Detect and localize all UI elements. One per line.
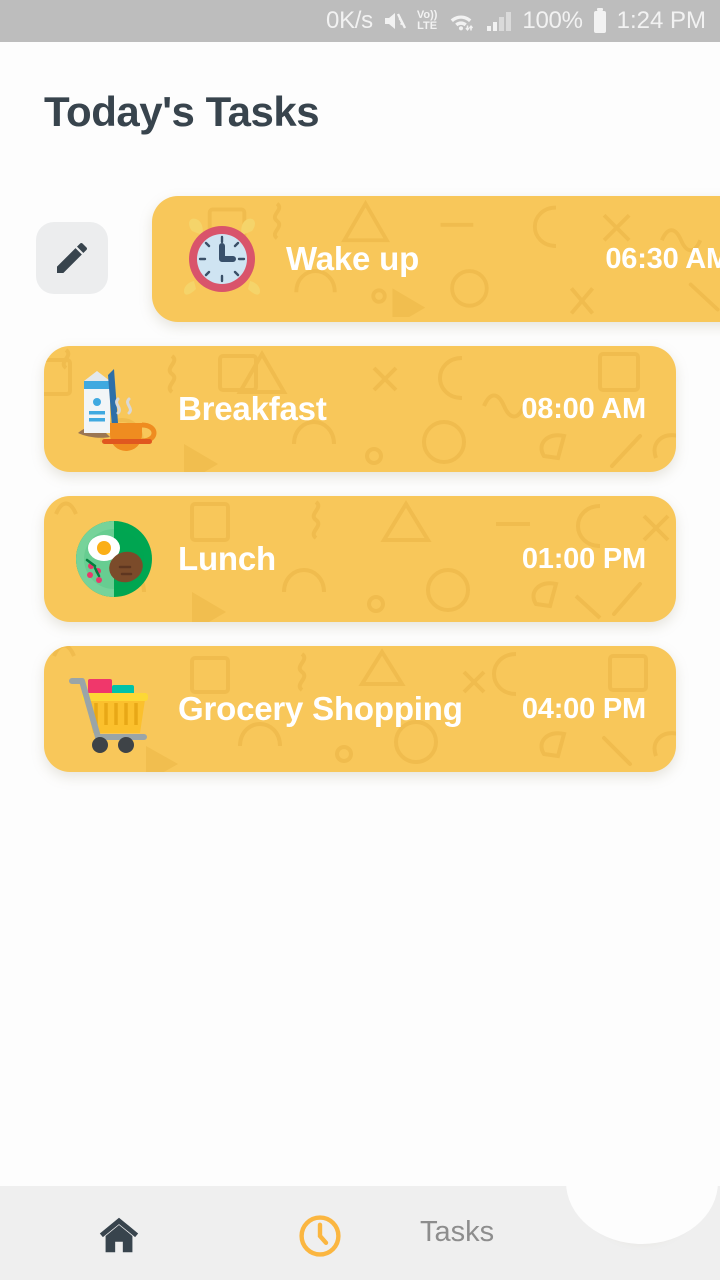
task-card-content: Wake up 06:30 AM [152, 196, 720, 322]
wifi-icon [446, 9, 476, 33]
battery-full-icon [592, 8, 608, 34]
nav-item-clock[interactable] [296, 1212, 344, 1260]
task-label: Lunch [178, 540, 276, 577]
network-speed-text: 0K/s [326, 7, 373, 34]
task-time: 06:30 AM [605, 242, 720, 275]
alarm-clock-icon [174, 211, 270, 307]
plate-of-food-icon [66, 511, 162, 607]
edit-task-button[interactable] [36, 222, 108, 294]
task-time: 08:00 AM [521, 392, 646, 425]
home-icon [99, 1217, 139, 1253]
signal-bars-icon [485, 9, 513, 33]
nav-item-home[interactable] [92, 1212, 146, 1258]
shopping-cart-icon [66, 661, 162, 757]
app-root: 0K/s Vo)) LTE 100% 1:24 PM Today's Tasks… [0, 0, 720, 1280]
task-card[interactable]: Grocery Shopping 04:00 PM [44, 646, 676, 772]
task-card-content: Grocery Shopping 04:00 PM [44, 646, 676, 772]
clock-icon [299, 1215, 341, 1257]
task-card[interactable]: Breakfast 08:00 AM [44, 346, 676, 472]
task-card[interactable]: Lunch 01:00 PM [44, 496, 676, 622]
task-card-content: Lunch 01:00 PM [44, 496, 676, 622]
status-bar-clock: 1:24 PM [616, 7, 706, 34]
nav-item-tasks[interactable]: Tasks [420, 1216, 494, 1249]
nav-item-tasks-label: Tasks [420, 1216, 495, 1248]
status-bar: 0K/s Vo)) LTE 100% 1:24 PM [0, 0, 720, 42]
task-time: 01:00 PM [521, 542, 646, 575]
volte-bottom-text: LTE [417, 20, 438, 32]
task-label: Breakfast [178, 390, 327, 427]
task-label: Wake up [286, 240, 420, 277]
page-title: Today's Tasks [44, 88, 320, 135]
pencil-icon [57, 243, 87, 273]
battery-percent-text: 100% [522, 7, 583, 34]
task-time: 04:00 PM [521, 692, 646, 725]
mute-icon [382, 9, 408, 33]
milk-and-coffee-icon [66, 361, 162, 457]
task-label: Grocery Shopping [178, 690, 463, 727]
fab-notch [566, 1120, 718, 1244]
task-card[interactable]: Wake up 06:30 AM [152, 196, 720, 322]
task-card-content: Breakfast 08:00 AM [44, 346, 676, 472]
volte-icon: Vo)) LTE [417, 10, 438, 32]
